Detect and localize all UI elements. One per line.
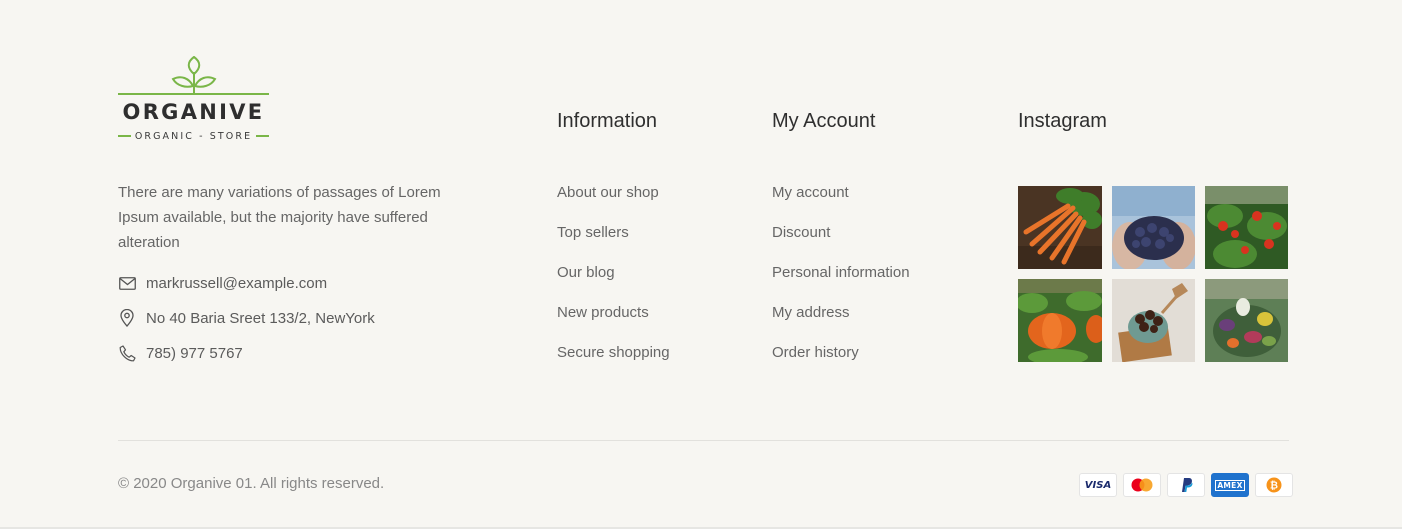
- logo-rule: [118, 93, 269, 95]
- link-discount[interactable]: Discount: [772, 223, 910, 263]
- link-secure-shopping[interactable]: Secure shopping: [557, 343, 670, 383]
- pumpkins-photo[interactable]: [1018, 279, 1102, 362]
- account-links: My account Discount Personal information…: [772, 183, 910, 383]
- payment-methods: VISA AMEX ₿: [1079, 473, 1293, 497]
- amex-icon: AMEX: [1211, 473, 1249, 497]
- footer-divider: [118, 440, 1289, 441]
- visa-icon: VISA: [1079, 473, 1117, 497]
- brand-tagline-row: ORGANIC - STORE: [118, 129, 269, 143]
- site-footer: ORGANIVE ORGANIC - STORE There are many …: [0, 0, 1402, 527]
- my-account-heading: My Account: [772, 110, 876, 132]
- tagline-dash-right: [256, 135, 269, 137]
- link-top-sellers[interactable]: Top sellers: [557, 223, 670, 263]
- link-about-our-shop[interactable]: About our shop: [557, 183, 670, 223]
- paypal-icon: [1167, 473, 1205, 497]
- leaf-logo-icon: [171, 56, 217, 93]
- link-order-history[interactable]: Order history: [772, 343, 910, 383]
- blueberries-photo[interactable]: [1112, 186, 1195, 269]
- brand-tagline: ORGANIC - STORE: [134, 130, 253, 142]
- copyright-text: © 2020 Organive 01. All rights reserved.: [118, 475, 385, 492]
- link-our-blog[interactable]: Our blog: [557, 263, 670, 303]
- link-new-products[interactable]: New products: [557, 303, 670, 343]
- about-text: There are many variations of passages of…: [118, 184, 441, 251]
- contact-address-text: No 40 Baria Sreet 133/2, NewYork: [146, 309, 375, 327]
- mail-icon: [118, 274, 136, 292]
- contact-email[interactable]: markrussell@example.com: [118, 274, 327, 292]
- map-pin-icon: [118, 309, 136, 327]
- tagline-dash-left: [118, 135, 131, 137]
- chocolate-photo[interactable]: [1112, 279, 1195, 362]
- visa-label: VISA: [1084, 479, 1112, 491]
- information-links: About our shop Top sellers Our blog New …: [557, 183, 670, 383]
- phone-icon: [118, 344, 136, 362]
- amex-label: AMEX: [1215, 479, 1245, 491]
- bitcoin-icon: ₿: [1255, 473, 1293, 497]
- mastercard-icon: [1123, 473, 1161, 497]
- link-my-account[interactable]: My account: [772, 183, 910, 223]
- information-heading: Information: [557, 110, 658, 132]
- carrots-photo[interactable]: [1018, 186, 1102, 269]
- instagram-grid: [1018, 186, 1289, 362]
- contact-phone[interactable]: 785) 977 5767: [118, 344, 243, 362]
- svg-text:₿: ₿: [1270, 480, 1278, 492]
- contact-email-text[interactable]: markrussell@example.com: [146, 275, 327, 292]
- contact-phone-text[interactable]: 785) 977 5767: [146, 345, 243, 362]
- link-personal-information[interactable]: Personal information: [772, 263, 910, 303]
- contact-address: No 40 Baria Sreet 133/2, NewYork: [118, 309, 375, 327]
- tomatoes-photo[interactable]: [1205, 186, 1288, 269]
- brand-logo[interactable]: ORGANIVE ORGANIC - STORE: [118, 56, 270, 142]
- vegetables-basket-photo[interactable]: [1205, 279, 1288, 362]
- instagram-heading: Instagram: [1018, 110, 1107, 132]
- brand-name: ORGANIVE: [122, 100, 265, 124]
- link-my-address[interactable]: My address: [772, 303, 910, 343]
